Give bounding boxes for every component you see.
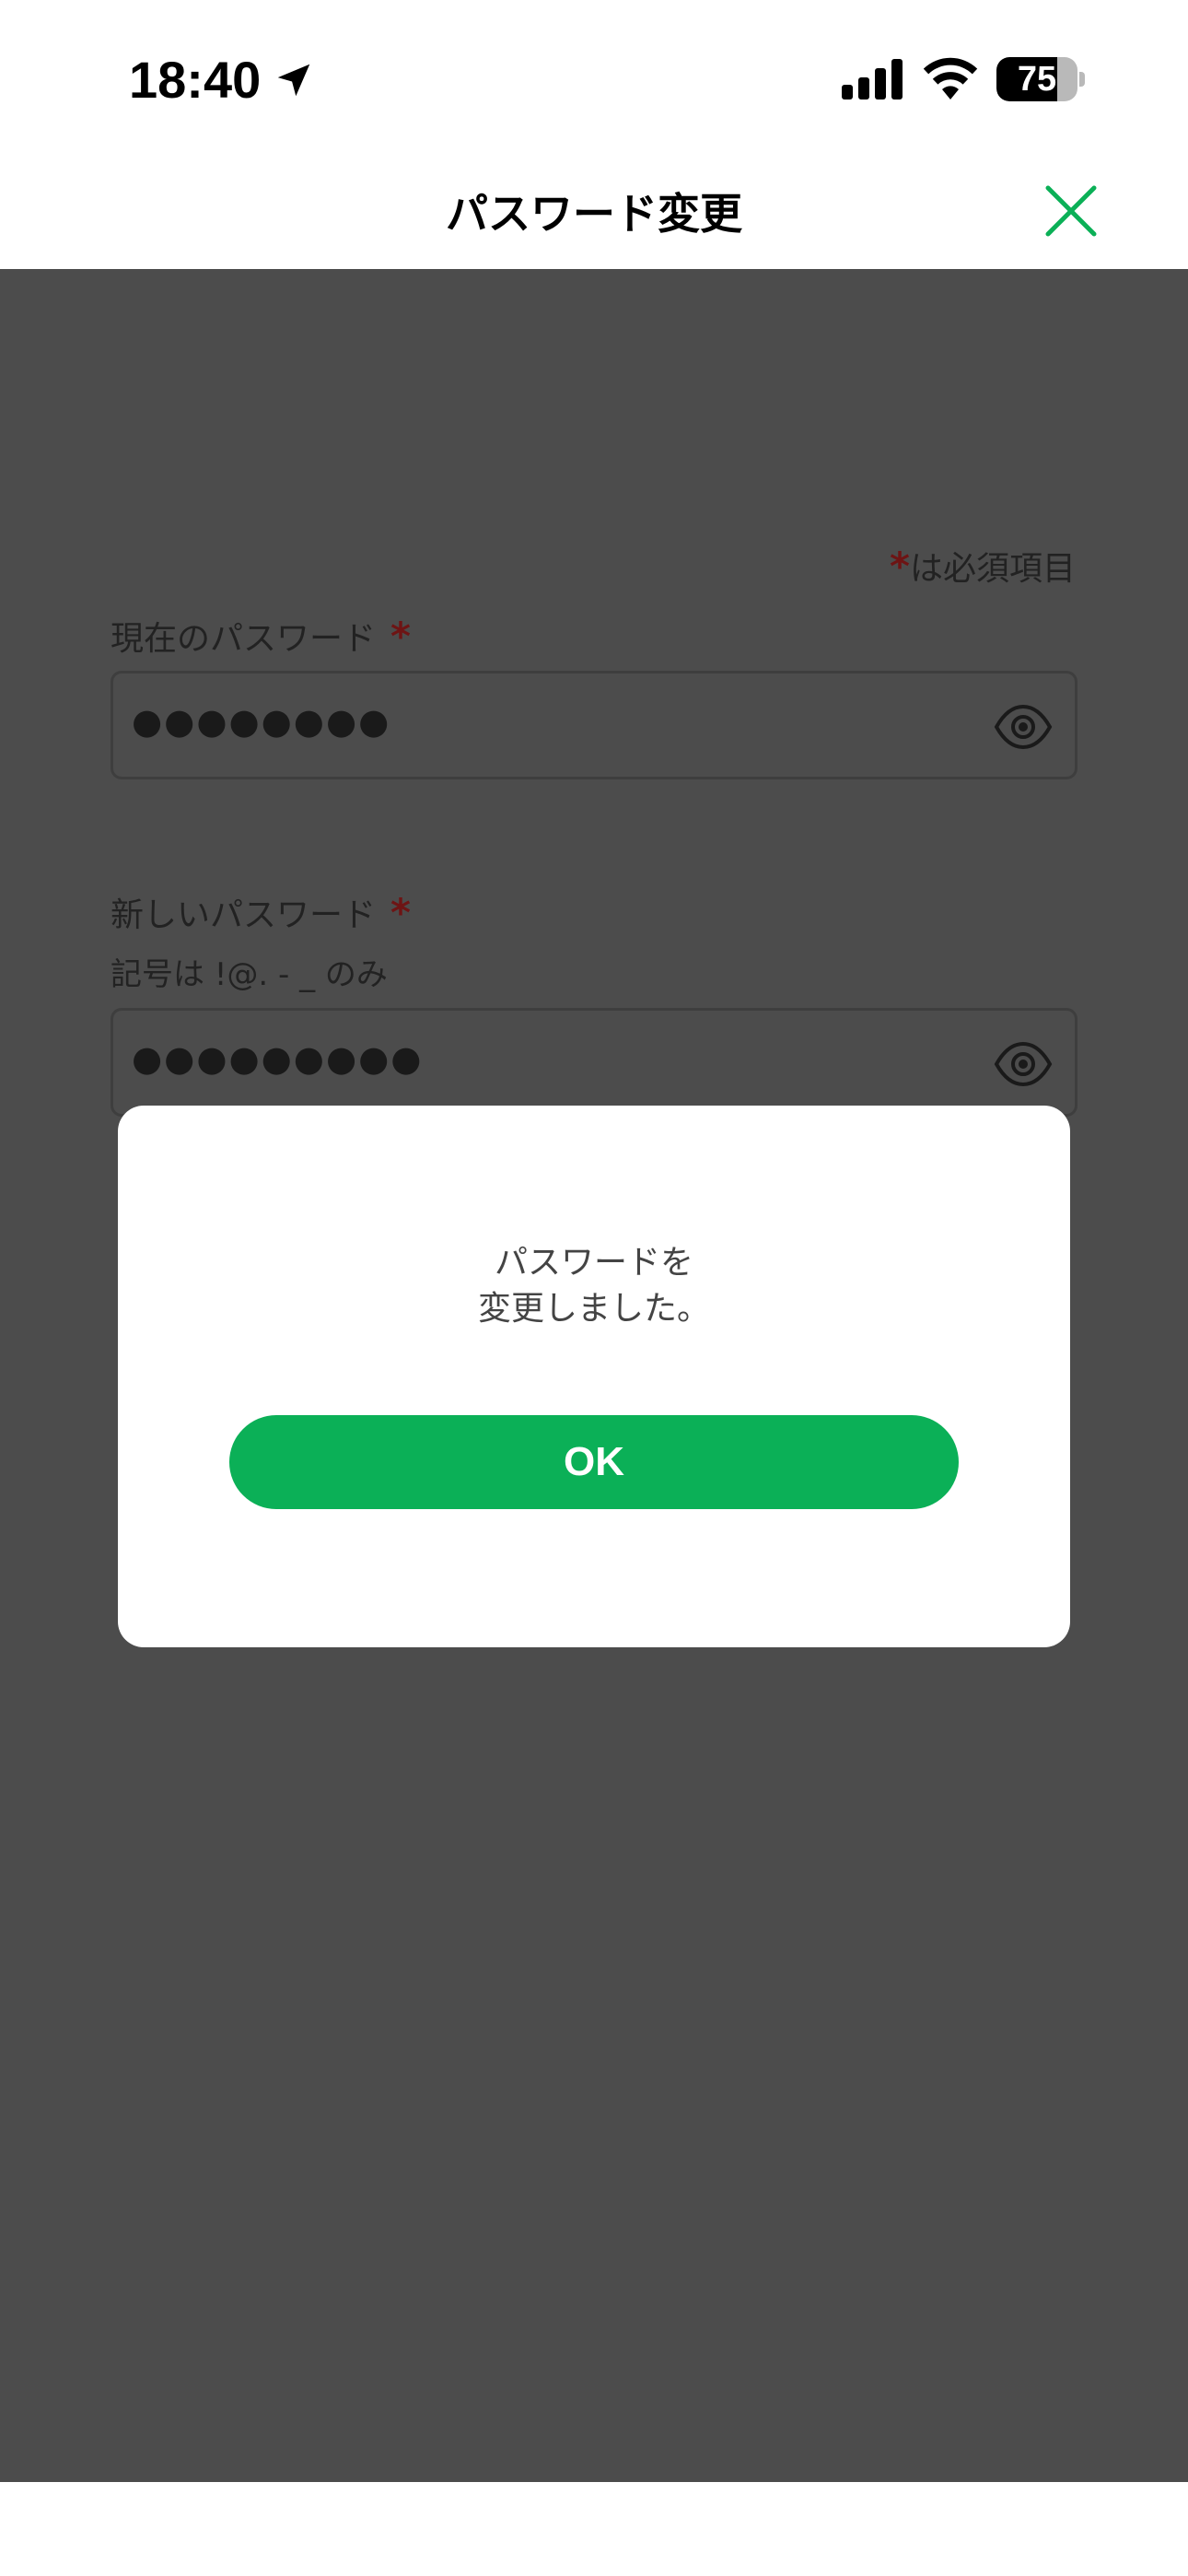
new-password-value: ●●●●●●●●● bbox=[132, 1038, 424, 1079]
battery-body: 75 bbox=[996, 57, 1077, 101]
battery-level: 75 bbox=[1017, 60, 1057, 99]
required-star: * bbox=[390, 890, 411, 935]
new-password-label-text: 新しいパスワード bbox=[111, 896, 377, 934]
new-password-hint: 記号は !@. - _ のみ bbox=[111, 956, 388, 993]
status-time: 18:40 bbox=[129, 51, 262, 109]
success-dialog: パスワードを 変更しました。 OK bbox=[118, 1106, 1070, 1647]
screen: 18:40 75 パスワード変更 *は必須項目 現在のパスワード * ●●●●●… bbox=[0, 0, 1188, 2576]
ok-button[interactable]: OK bbox=[229, 1415, 959, 1509]
required-note: *は必須項目 bbox=[890, 542, 1076, 590]
close-icon[interactable] bbox=[1037, 177, 1105, 245]
bottom-bar bbox=[0, 2482, 1188, 2576]
cellular-signal-icon bbox=[842, 59, 903, 100]
location-arrow-icon bbox=[277, 64, 310, 97]
current-password-value: ●●●●●●●● bbox=[132, 701, 391, 742]
page-title: パスワード変更 bbox=[446, 189, 742, 239]
battery-icon: 75 bbox=[996, 57, 1085, 101]
nav-header: パスワード変更 bbox=[0, 157, 1188, 269]
current-password-label-text: 現在のパスワード bbox=[111, 620, 377, 658]
current-password-field[interactable]: ●●●●●●●● bbox=[111, 671, 1077, 779]
required-star: * bbox=[890, 544, 910, 589]
dialog-message-line-2: 変更しました。 bbox=[477, 1290, 710, 1328]
eye-icon[interactable] bbox=[994, 1038, 1053, 1090]
required-star: * bbox=[390, 614, 411, 659]
dialog-message: パスワードを 変更しました。 bbox=[118, 1240, 1070, 1332]
required-note-text: は必須項目 bbox=[909, 550, 1076, 588]
status-bar: 18:40 75 bbox=[0, 0, 1188, 157]
new-password-field[interactable]: ●●●●●●●●● bbox=[111, 1008, 1077, 1117]
battery-nub bbox=[1079, 72, 1085, 87]
wifi-icon bbox=[923, 57, 978, 100]
eye-icon[interactable] bbox=[994, 701, 1053, 753]
dialog-message-line-1: パスワードを bbox=[494, 1244, 693, 1282]
new-password-label: 新しいパスワード * bbox=[111, 888, 411, 936]
current-password-label: 現在のパスワード * bbox=[111, 612, 411, 660]
